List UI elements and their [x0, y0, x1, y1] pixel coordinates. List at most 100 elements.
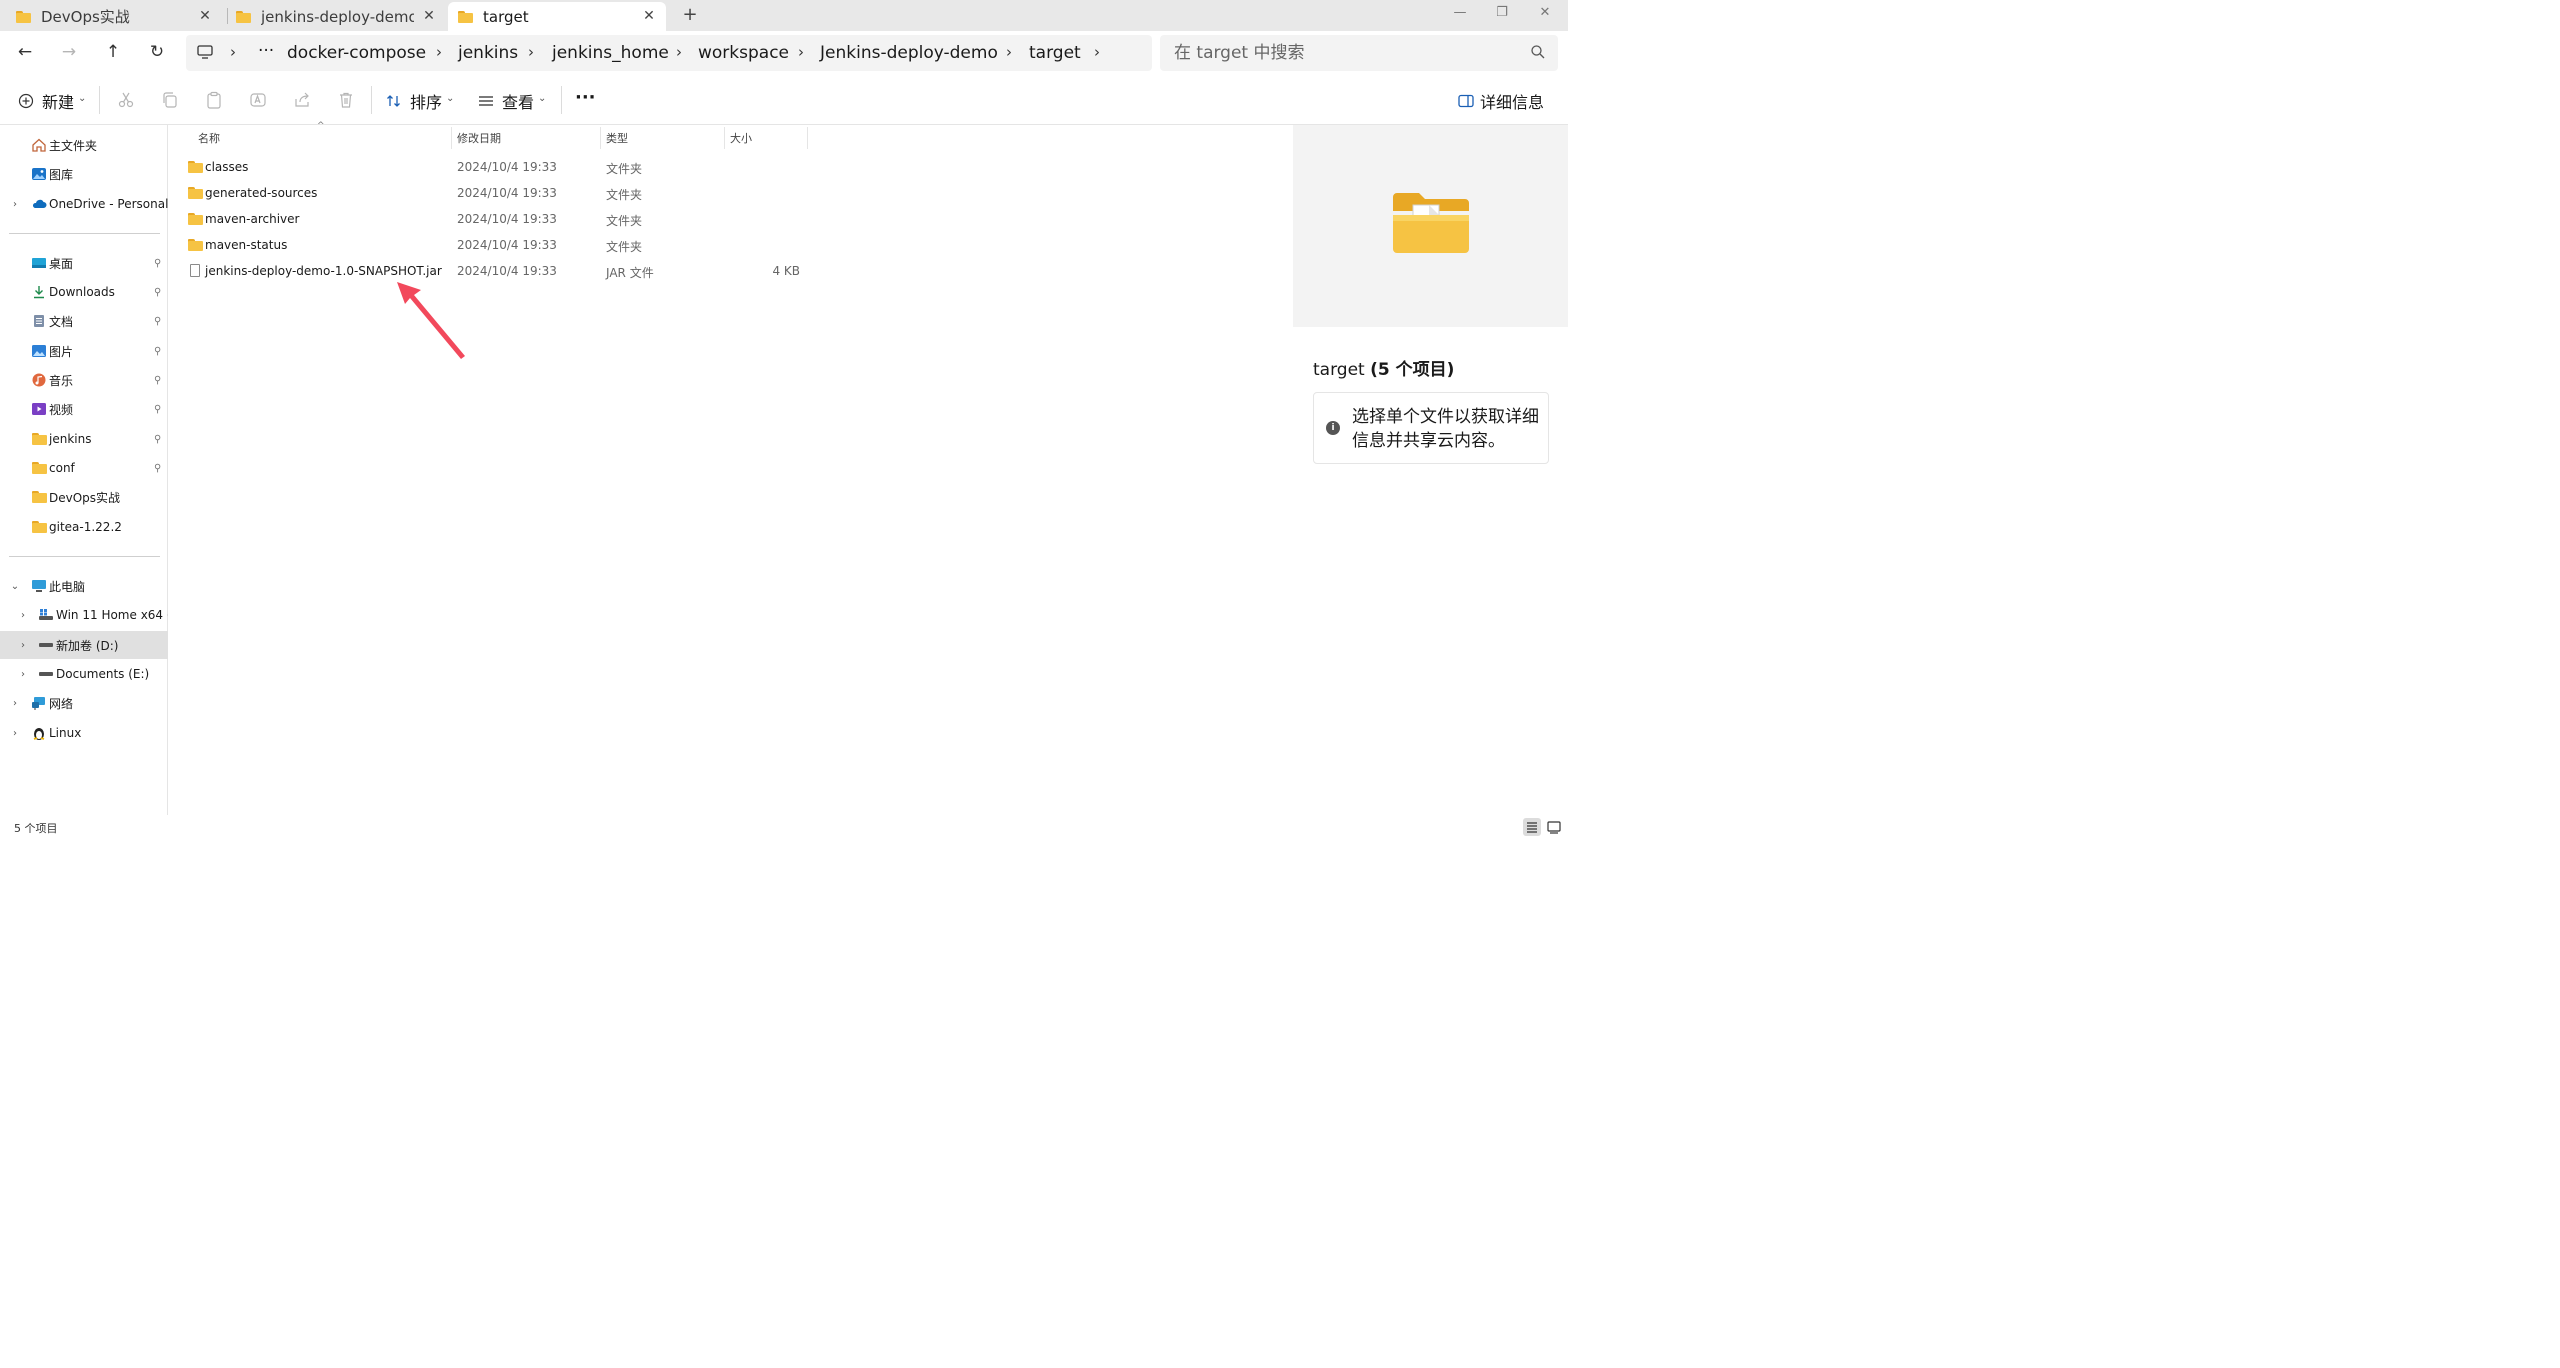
sidebar-item-gallery[interactable]: 图库	[0, 160, 168, 188]
sidebar-item-conf[interactable]: conf ⚲	[0, 454, 168, 482]
copy-icon[interactable]	[161, 91, 179, 109]
file-row-maven-archiver[interactable]: maven-archiver 2024/10/4 19:33 文件夹	[185, 206, 807, 232]
pin-icon[interactable]: ⚲	[154, 258, 161, 269]
column-resize-handle[interactable]	[600, 127, 601, 149]
pin-icon[interactable]: ⚲	[154, 434, 161, 445]
new-button[interactable]: 新建 ⌄	[18, 88, 86, 114]
file-row-generated-sources[interactable]: generated-sources 2024/10/4 19:33 文件夹	[185, 180, 807, 206]
sidebar-item-linux[interactable]: › Linux	[0, 719, 168, 747]
breadcrumb-jenkins-deploy-demo[interactable]: Jenkins-deploy-demo	[820, 43, 998, 63]
breadcrumb-more[interactable]: ···	[258, 41, 274, 61]
file-row-jar[interactable]: jenkins-deploy-demo-1.0-SNAPSHOT.jar 202…	[185, 258, 807, 284]
breadcrumb-separator[interactable]: ›	[436, 43, 442, 61]
file-row-maven-status[interactable]: maven-status 2024/10/4 19:33 文件夹	[185, 232, 807, 258]
breadcrumb-jenkins[interactable]: jenkins	[458, 43, 518, 63]
rename-icon[interactable]	[249, 91, 267, 109]
pin-icon[interactable]: ⚲	[154, 375, 161, 386]
pin-icon[interactable]: ⚲	[154, 316, 161, 327]
file-row-classes[interactable]: classes 2024/10/4 19:33 文件夹	[185, 154, 807, 180]
sort-button[interactable]: 排序 ⌄	[386, 88, 454, 114]
pin-icon[interactable]: ⚲	[154, 404, 161, 415]
breadcrumb-separator[interactable]: ›	[528, 43, 534, 61]
sidebar-item-pictures[interactable]: 图片 ⚲	[0, 337, 168, 365]
breadcrumb-separator[interactable]: ›	[1006, 43, 1012, 61]
sidebar-item-drive-e[interactable]: › Documents (E:)	[0, 660, 168, 688]
delete-icon[interactable]	[337, 91, 355, 109]
breadcrumb-docker-compose[interactable]: docker-compose	[287, 43, 426, 63]
info-icon: i	[1326, 421, 1340, 435]
chevron-right-icon[interactable]: ›	[17, 669, 29, 680]
sidebar-item-jenkins[interactable]: jenkins ⚲	[0, 425, 168, 453]
close-window-button[interactable]: ✕	[1535, 5, 1555, 23]
close-icon[interactable]: ✕	[196, 7, 214, 25]
search-input[interactable]	[1160, 35, 1520, 71]
view-button[interactable]: 查看 ⌄	[478, 88, 546, 114]
sidebar-item-devops[interactable]: DevOps实战	[0, 483, 168, 511]
sidebar-item-this-pc[interactable]: ⌄ 此电脑	[0, 572, 168, 600]
forward-button[interactable]: →	[57, 40, 81, 64]
sidebar-item-drive-c[interactable]: › Win 11 Home x64 (C:	[0, 601, 168, 629]
file-type: 文件夹	[606, 240, 643, 254]
sidebar-item-home[interactable]: 主文件夹	[0, 131, 168, 159]
sidebar-item-drive-d[interactable]: › 新加卷 (D:)	[0, 631, 168, 659]
up-button[interactable]: ↑	[101, 40, 125, 64]
sidebar-item-desktop[interactable]: 桌面 ⚲	[0, 249, 168, 277]
pin-icon[interactable]: ⚲	[154, 287, 161, 298]
linux-penguin-icon	[33, 728, 45, 740]
pin-icon[interactable]: ⚲	[154, 463, 161, 474]
new-label: 新建	[42, 93, 75, 112]
video-icon	[32, 403, 46, 415]
pin-icon[interactable]: ⚲	[154, 346, 161, 357]
minimize-button[interactable]: —	[1450, 5, 1470, 23]
command-separator	[371, 86, 372, 114]
sidebar-item-videos[interactable]: 视频 ⚲	[0, 395, 168, 423]
chevron-right-icon[interactable]: ›	[17, 610, 29, 621]
breadcrumb-separator[interactable]: ›	[1094, 43, 1100, 61]
details-view-icon[interactable]	[1523, 818, 1541, 836]
sidebar-item-onedrive[interactable]: › OneDrive - Personal	[0, 190, 168, 218]
column-header-modified[interactable]: 修改日期	[457, 130, 501, 146]
tab-target[interactable]: target ✕	[448, 2, 666, 31]
refresh-button[interactable]: ↻	[145, 40, 169, 64]
column-header-type[interactable]: 类型	[606, 130, 628, 146]
column-resize-handle[interactable]	[807, 127, 808, 149]
sidebar-item-documents[interactable]: 文档 ⚲	[0, 307, 168, 335]
chevron-right-icon[interactable]: ›	[9, 728, 21, 739]
status-bar: 5 个项目	[0, 815, 1568, 838]
paste-icon[interactable]	[205, 91, 223, 109]
computer-icon	[32, 580, 46, 592]
chevron-right-icon[interactable]: ›	[17, 640, 29, 651]
column-resize-handle[interactable]	[451, 127, 452, 149]
address-bar[interactable]: › ··· docker-compose › jenkins › jenkins…	[186, 35, 1152, 71]
cut-icon[interactable]	[117, 91, 135, 109]
file-type: JAR 文件	[606, 266, 654, 280]
sidebar-item-gitea[interactable]: gitea-1.22.2	[0, 513, 168, 541]
details-pane-button[interactable]: 详细信息	[1458, 88, 1544, 114]
close-icon[interactable]: ✕	[640, 7, 658, 25]
tab-devops[interactable]: DevOps实战 ✕	[0, 2, 222, 31]
large-icons-view-icon[interactable]	[1545, 818, 1563, 836]
close-icon[interactable]: ✕	[420, 7, 438, 25]
new-tab-button[interactable]: +	[680, 5, 700, 25]
sidebar-item-music[interactable]: 音乐 ⚲	[0, 366, 168, 394]
share-icon[interactable]	[293, 91, 311, 109]
maximize-button[interactable]: ❐	[1492, 5, 1512, 23]
search-icon[interactable]	[1530, 44, 1546, 60]
chevron-right-icon[interactable]: ›	[9, 698, 21, 709]
tab-jenkins-deploy-demo[interactable]: jenkins-deploy-demo ✕	[228, 2, 446, 31]
column-resize-handle[interactable]	[724, 127, 725, 149]
breadcrumb-separator[interactable]: ›	[676, 43, 682, 61]
sidebar-item-downloads[interactable]: Downloads ⚲	[0, 278, 168, 306]
breadcrumb-jenkins-home[interactable]: jenkins_home	[552, 43, 669, 63]
breadcrumb-separator[interactable]: ›	[798, 43, 804, 61]
chevron-right-icon[interactable]: ›	[9, 199, 21, 210]
file-modified: 2024/10/4 19:33	[457, 186, 557, 200]
sidebar-item-network[interactable]: › 网络	[0, 689, 168, 717]
back-button[interactable]: ←	[13, 40, 37, 64]
column-header-name[interactable]: 名称	[198, 130, 220, 146]
column-header-size[interactable]: 大小	[730, 130, 752, 146]
more-options-button[interactable]: ···	[575, 84, 596, 110]
chevron-down-icon[interactable]: ⌄	[9, 581, 21, 592]
breadcrumb-target[interactable]: target	[1029, 43, 1081, 63]
breadcrumb-workspace[interactable]: workspace	[698, 43, 789, 63]
